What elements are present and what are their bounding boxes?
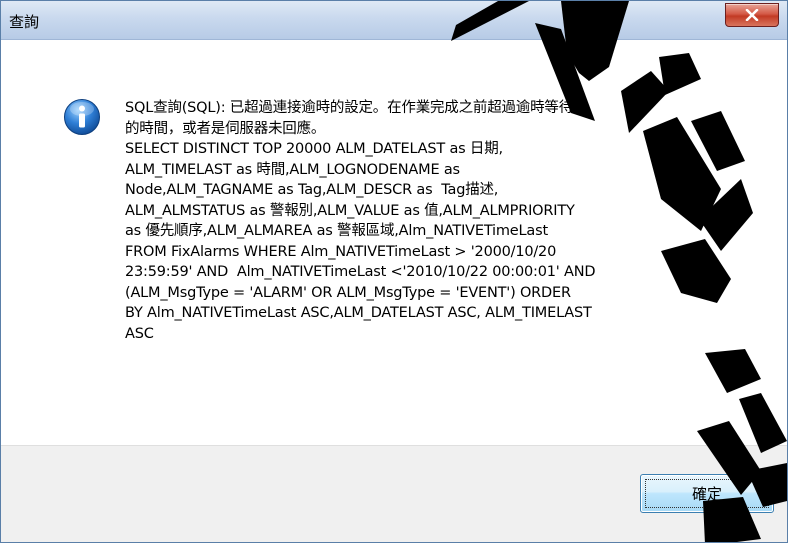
close-button[interactable] bbox=[725, 3, 779, 27]
focus-rectangle bbox=[645, 479, 769, 508]
title-bar[interactable]: 查詢 bbox=[1, 1, 787, 40]
ok-button[interactable]: 確定 bbox=[640, 474, 774, 513]
window-title: 查詢 bbox=[9, 13, 40, 31]
info-icon bbox=[64, 99, 100, 135]
close-icon bbox=[745, 9, 759, 21]
dialog-window: 查詢 SQL查詢(SQL): 已超過連接逾時的設定。在作業完成之前超過逾時等待 … bbox=[0, 0, 788, 543]
error-message: SQL查詢(SQL): 已超過連接逾時的設定。在作業完成之前超過逾時等待 的時間… bbox=[125, 100, 596, 342]
